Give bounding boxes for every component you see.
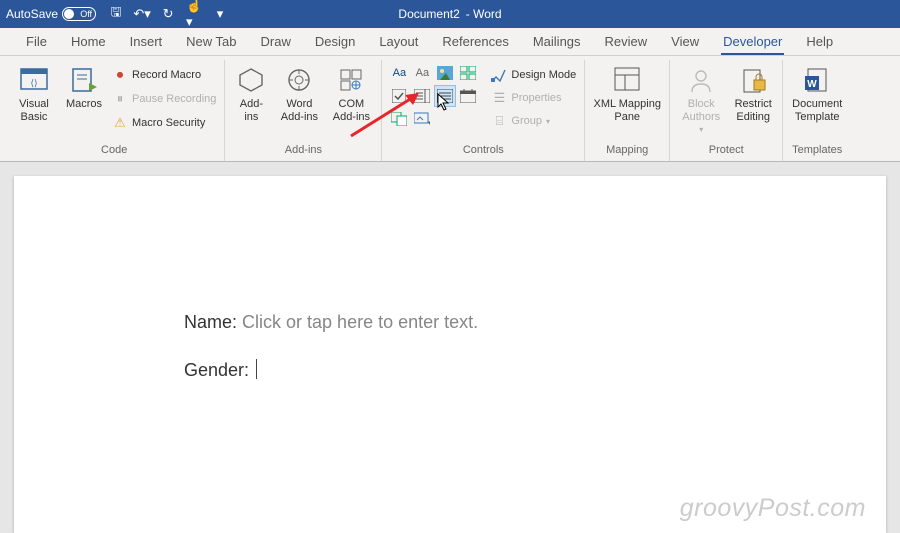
svg-text:W: W [807,79,817,90]
save-icon[interactable]: 🖫 [108,6,124,22]
autosave-toggle[interactable]: Off [62,7,96,21]
design-mode-button[interactable]: Design Mode [489,64,578,86]
rich-text-control-icon[interactable]: Aa [388,62,410,84]
name-label: Name: [184,312,242,332]
record-icon: ⏺ [112,67,128,83]
ribbon: ⟨⟩ Visual Basic Macros ⏺Record Macro ⏸Pa… [0,56,900,162]
ribbon-tabs: FileHomeInsertNew TabDrawDesignLayoutRef… [0,28,900,56]
visual-basic-icon: ⟨⟩ [18,64,50,96]
controls-gallery: Aa Aa ▾ [388,62,479,130]
redo-icon[interactable]: ↻ [160,6,176,22]
tab-mailings[interactable]: Mailings [521,29,593,55]
checkbox-control-icon[interactable] [388,85,410,107]
group-templates: WDocument Template Templates [783,60,851,161]
addins-button[interactable]: Add- ins [231,62,271,125]
word-addins-button[interactable]: Word Add-ins [275,62,323,125]
combobox-control-icon[interactable] [411,85,433,107]
properties-icon: ☰ [491,90,507,106]
document-page[interactable]: Name: Click or tap here to enter text. G… [14,176,886,533]
gender-line: Gender: [184,359,886,381]
pause-recording-button: ⏸Pause Recording [110,88,218,110]
window-title: Document2 - Word [398,7,501,21]
tab-draw[interactable]: Draw [249,29,303,55]
group-label-mapping: Mapping [591,142,663,159]
group-icon: ⌸ [491,113,507,129]
building-block-control-icon[interactable] [457,62,479,84]
document-template-button[interactable]: WDocument Template [789,62,845,125]
svg-text:⟨⟩: ⟨⟩ [30,78,37,88]
document-area: Name: Click or tap here to enter text. G… [0,162,900,533]
restrict-editing-button[interactable]: Restrict Editing [730,62,776,125]
macros-icon [68,64,100,96]
autosave-control[interactable]: AutoSave Off [6,7,96,21]
tab-developer[interactable]: Developer [711,29,794,55]
document-name: Document2 [398,7,459,21]
group-code: ⟨⟩ Visual Basic Macros ⏺Record Macro ⏸Pa… [4,60,225,161]
document-template-icon: W [801,64,833,96]
com-addins-icon [335,64,367,96]
macro-security-button[interactable]: ⚠Macro Security [110,112,218,134]
block-authors-button[interactable]: Block Authors ▾ [676,62,726,136]
tab-file[interactable]: File [14,29,59,55]
xml-mapping-button[interactable]: XML Mapping Pane [591,62,663,125]
group-label-code: Code [10,142,218,159]
properties-button: ☰Properties [489,87,578,109]
tab-new-tab[interactable]: New Tab [174,29,248,55]
visual-basic-button[interactable]: ⟨⟩ Visual Basic [10,62,58,125]
dropdown-list-control-icon[interactable] [434,85,456,107]
pause-icon: ⏸ [112,91,128,107]
legacy-tools-icon[interactable]: ▾ [411,108,433,130]
design-mode-icon [491,67,507,83]
xml-mapping-icon [611,64,643,96]
macros-button[interactable]: Macros [62,62,106,113]
gender-label: Gender: [184,360,254,380]
watermark: groovyPost.com [680,494,866,523]
tab-review[interactable]: Review [593,29,660,55]
group-label-templates: Templates [789,142,845,159]
customize-qat-icon[interactable]: ▾ [212,6,228,22]
tab-help[interactable]: Help [794,29,845,55]
code-small-buttons: ⏺Record Macro ⏸Pause Recording ⚠Macro Se… [110,62,218,134]
text-cursor [256,359,257,379]
autosave-label: AutoSave [6,7,58,21]
warning-icon: ⚠ [112,115,128,131]
name-content-control[interactable]: Click or tap here to enter text. [242,312,478,332]
group-button: ⌸Group ▾ [489,110,578,132]
repeating-section-control-icon[interactable] [388,108,410,130]
group-label-protect: Protect [676,142,776,159]
picture-control-icon[interactable] [434,62,456,84]
touch-mode-icon[interactable]: ☝▾ [186,6,202,22]
tab-design[interactable]: Design [303,29,367,55]
undo-icon[interactable]: ↶▾ [134,6,150,22]
group-controls: Aa Aa ▾ Design Mode ☰Properties ⌸Group ▾… [382,60,585,161]
tab-references[interactable]: References [430,29,520,55]
group-addins: Add- ins Word Add-ins COM Add-ins Add-in… [225,60,382,161]
addins-icon [235,64,267,96]
plain-text-control-icon[interactable]: Aa [411,62,433,84]
word-addins-icon [283,64,315,96]
tab-layout[interactable]: Layout [367,29,430,55]
app-name: - Word [466,7,502,21]
quick-access-toolbar: 🖫 ↶▾ ↻ ☝▾ ▾ [108,6,228,22]
tab-insert[interactable]: Insert [118,29,175,55]
group-label-controls: Controls [388,142,578,159]
name-line: Name: Click or tap here to enter text. [184,312,886,333]
group-label-addins: Add-ins [231,142,375,159]
group-protect: Block Authors ▾ Restrict Editing Protect [670,60,783,161]
date-picker-control-icon[interactable] [457,85,479,107]
tab-home[interactable]: Home [59,29,118,55]
tab-view[interactable]: View [659,29,711,55]
group-mapping: XML Mapping Pane Mapping [585,60,670,161]
record-macro-button[interactable]: ⏺Record Macro [110,64,218,86]
title-bar: AutoSave Off 🖫 ↶▾ ↻ ☝▾ ▾ Document2 - Wor… [0,0,900,28]
restrict-editing-icon [737,64,769,96]
com-addins-button[interactable]: COM Add-ins [327,62,375,125]
block-authors-icon [685,64,717,96]
svg-text:▾: ▾ [428,120,430,126]
